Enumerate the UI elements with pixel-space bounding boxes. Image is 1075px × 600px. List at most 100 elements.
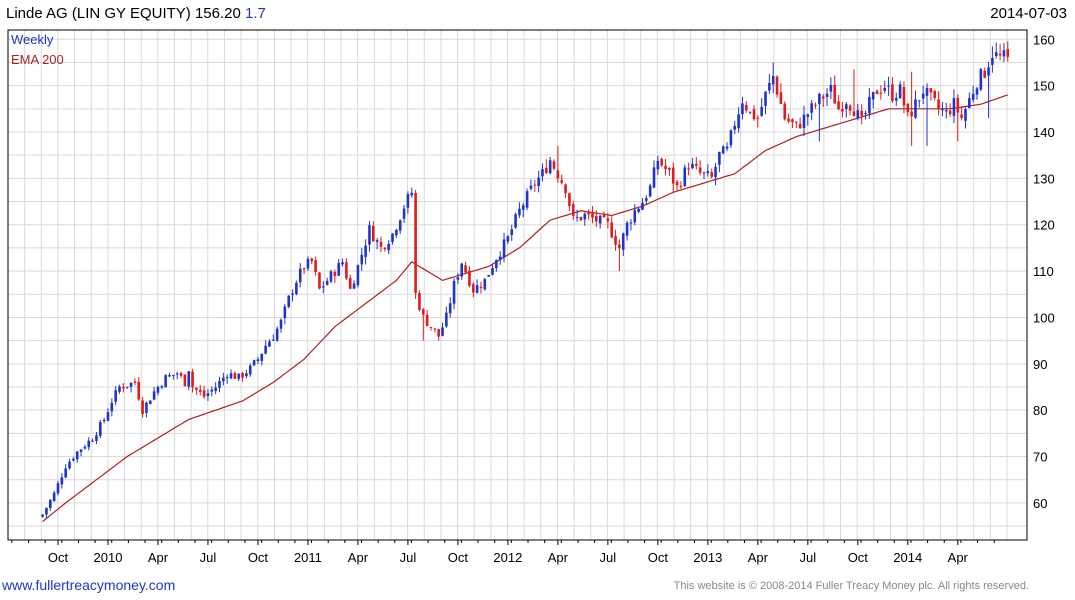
candle xyxy=(748,111,752,115)
candle xyxy=(498,251,502,265)
candle-body xyxy=(875,90,879,95)
candle xyxy=(352,280,356,289)
candle-body xyxy=(456,277,460,280)
candle xyxy=(975,86,979,100)
candle xyxy=(848,104,852,116)
candle-body xyxy=(356,265,360,286)
candle xyxy=(229,369,233,380)
candle-body xyxy=(921,93,925,99)
chart-date: 2014-07-03 xyxy=(990,5,1067,22)
x-tick-label: 2012 xyxy=(493,550,522,565)
candle xyxy=(391,232,394,245)
candle-body xyxy=(206,393,210,396)
grid xyxy=(8,30,1027,540)
candle-body xyxy=(506,236,510,242)
candle-body xyxy=(610,222,614,238)
candle-body xyxy=(733,125,737,130)
candle xyxy=(102,417,106,424)
candle xyxy=(202,385,206,399)
y-tick-label: 80 xyxy=(1033,403,1047,418)
candle-body xyxy=(944,110,948,112)
candle-body xyxy=(322,286,325,288)
x-tick-label: Oct xyxy=(848,550,869,565)
candle-body xyxy=(225,377,229,379)
candle xyxy=(245,369,248,379)
candle xyxy=(825,88,829,106)
candle xyxy=(460,262,464,280)
candle-body xyxy=(679,186,683,188)
candle-body xyxy=(414,192,417,294)
candle-body xyxy=(914,99,917,118)
candle xyxy=(529,179,533,191)
candle xyxy=(495,259,498,272)
candle-body xyxy=(160,386,164,388)
candle xyxy=(298,263,302,288)
candle xyxy=(652,160,656,189)
candle-body xyxy=(510,229,514,236)
candle xyxy=(168,372,171,378)
candle xyxy=(429,326,433,331)
y-tick-label: 70 xyxy=(1033,450,1047,465)
candle xyxy=(879,85,883,100)
candle-body xyxy=(122,386,125,389)
candle-body xyxy=(325,280,329,285)
candle xyxy=(1002,43,1006,63)
candle-body xyxy=(560,180,564,183)
candle xyxy=(933,89,937,101)
candle xyxy=(248,363,252,377)
candle xyxy=(348,274,352,290)
candle-body xyxy=(195,387,198,390)
x-tick-label: 2010 xyxy=(94,550,123,565)
candle-body xyxy=(256,359,260,362)
x-tick-label: Oct xyxy=(448,550,469,565)
candle-body xyxy=(406,194,410,208)
candle xyxy=(829,77,833,99)
candle-body xyxy=(125,386,129,388)
candle xyxy=(337,259,340,277)
candle xyxy=(183,374,187,387)
candle-body xyxy=(452,280,456,304)
candle-body xyxy=(306,258,310,269)
candle xyxy=(610,216,614,239)
website-link[interactable]: www.fullertreacymoney.com xyxy=(2,577,175,593)
candle-body xyxy=(272,339,275,341)
candle xyxy=(441,322,444,337)
candle xyxy=(152,386,156,401)
candle xyxy=(875,89,879,95)
candle-body xyxy=(968,98,971,108)
candle-body xyxy=(245,373,248,377)
candle-body xyxy=(964,109,967,121)
candle-body xyxy=(668,168,671,170)
candle-body xyxy=(318,272,321,289)
candle-body xyxy=(110,402,114,412)
candle-body xyxy=(898,84,902,99)
candle xyxy=(695,157,698,170)
chart-title: Linde AG (LIN GY EQUITY) 156.20 1.7 xyxy=(6,5,266,22)
x-tick-label: 2013 xyxy=(693,550,722,565)
candle-body xyxy=(710,172,713,177)
candle xyxy=(445,306,448,328)
candle xyxy=(398,219,402,234)
candle xyxy=(448,297,452,318)
candle-body xyxy=(602,213,606,218)
candle-body xyxy=(529,185,533,189)
candle-body xyxy=(433,328,437,330)
candle-body xyxy=(956,97,960,113)
candle xyxy=(668,167,671,176)
candle-body xyxy=(583,213,587,220)
candle xyxy=(841,101,844,118)
y-tick-label: 120 xyxy=(1033,218,1055,233)
candle xyxy=(379,236,383,253)
candle xyxy=(887,76,890,96)
candle-body xyxy=(729,130,733,146)
candle xyxy=(618,239,621,272)
candle xyxy=(56,480,60,496)
candle-body xyxy=(222,377,225,382)
candle xyxy=(768,73,771,94)
candle-body xyxy=(614,235,617,245)
candle-body xyxy=(575,216,579,218)
candle xyxy=(160,384,164,390)
candle-body xyxy=(998,53,1002,56)
candle-body xyxy=(779,92,783,104)
x-tick-label: Jul xyxy=(600,550,617,565)
